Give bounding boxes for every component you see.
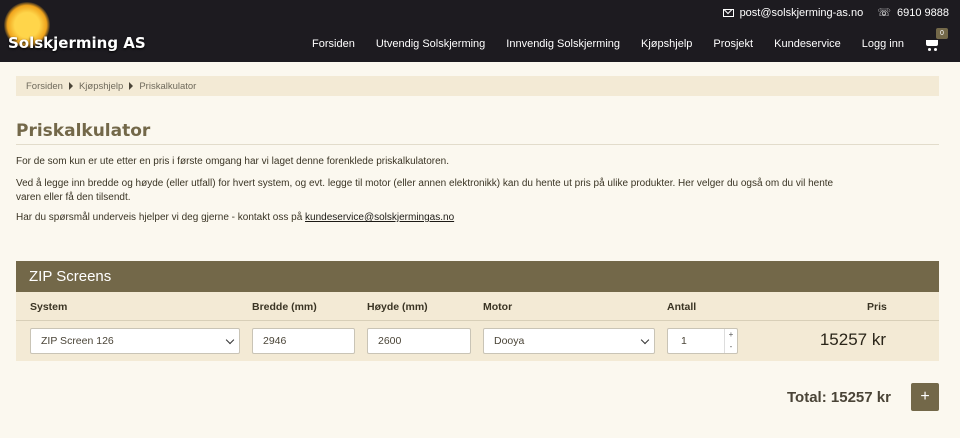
calculator-heading: ZIP Screens: [16, 261, 939, 292]
chevron-down-icon: [225, 335, 235, 345]
mail-icon: [722, 8, 734, 17]
intro-paragraph-2-line-2: varen eller få den tilsendt.: [16, 192, 131, 203]
antall-value: 1: [681, 335, 687, 347]
cart-wheel: [928, 48, 931, 51]
col-system: System: [30, 301, 68, 313]
cart-icon: [926, 40, 938, 46]
kundeservice-email-link[interactable]: kundeservice@solskjermingas.no: [305, 212, 454, 223]
row-price: 15257 kr: [819, 330, 886, 349]
main-nav: Forsiden Utvendig Solskjerming Innvendig…: [291, 28, 948, 51]
col-antall: Antall: [667, 301, 697, 313]
phone-text: 6910 9888: [897, 6, 949, 19]
chevron-down-icon: [640, 335, 650, 345]
nav-utvendig[interactable]: Utvendig Solskjerming: [376, 38, 485, 50]
motor-select[interactable]: Dooya: [483, 328, 655, 354]
nav-prosjekt[interactable]: Prosjekt: [713, 38, 753, 50]
breadcrumb-forsiden[interactable]: Forsiden: [26, 81, 63, 92]
logo[interactable]: Solskjerming AS: [0, 0, 150, 62]
increment-icon[interactable]: +: [725, 329, 737, 341]
nav-forsiden[interactable]: Forsiden: [312, 38, 355, 50]
stepper-controls: + -: [724, 329, 737, 353]
calculator-row: ZIP Screen 126 2946 2600 Dooya 1 + - 152…: [16, 321, 939, 361]
page-title: Priskalkulator: [16, 121, 151, 141]
col-bredde: Bredde (mm): [252, 301, 317, 313]
email-contact[interactable]: post@solskjerming-as.no: [722, 6, 864, 19]
antall-stepper[interactable]: 1 + -: [667, 328, 738, 354]
nav-kjopshjelp[interactable]: Kjøpshjelp: [641, 38, 692, 50]
column-headers: System Bredde (mm) Høyde (mm) Motor Anta…: [16, 292, 939, 320]
breadcrumb: Forsiden Kjøpshjelp Priskalkulator: [16, 76, 939, 96]
col-hoyde: Høyde (mm): [367, 301, 428, 313]
system-select-value: ZIP Screen 126: [41, 335, 114, 347]
nav-logg-inn[interactable]: Logg inn: [862, 38, 904, 50]
title-divider: [16, 144, 939, 145]
phone-icon: ☏: [877, 7, 891, 19]
system-select[interactable]: ZIP Screen 126: [30, 328, 240, 354]
bredde-input[interactable]: 2946: [252, 328, 355, 354]
col-pris: Pris: [867, 301, 887, 313]
nav-innvendig[interactable]: Innvendig Solskjerming: [506, 38, 620, 50]
nav-kundeservice[interactable]: Kundeservice: [774, 38, 841, 50]
cart-button[interactable]: 0: [926, 28, 948, 51]
breadcrumb-kjopshjelp[interactable]: Kjøpshjelp: [79, 81, 123, 92]
intro-paragraph-3: Har du spørsmål underveis hjelper vi deg…: [16, 211, 936, 225]
add-row-button[interactable]: +: [911, 383, 939, 411]
site-header: Solskjerming AS post@solskjerming-as.no …: [0, 0, 960, 62]
intro-paragraph-3-text: Har du spørsmål underveis hjelper vi deg…: [16, 212, 306, 223]
intro-paragraph-2: Ved å legge inn bredde og høyde (eller u…: [16, 177, 936, 205]
email-text: post@solskjerming-as.no: [739, 6, 864, 19]
total-price: Total: 15257 kr: [787, 389, 891, 406]
breadcrumb-current: Priskalkulator: [139, 80, 197, 92]
cart-wheel: [934, 48, 937, 51]
brand-name: Solskjerming AS: [8, 34, 146, 52]
phone-contact[interactable]: ☏ 6910 9888: [877, 6, 949, 20]
contact-bar: post@solskjerming-as.no ☏ 6910 9888: [722, 6, 949, 20]
intro-paragraph-1: For de som kun er ute etter en pris i fø…: [16, 156, 450, 167]
caret-right-icon: [129, 82, 134, 90]
caret-right-icon: [68, 82, 73, 90]
cart-count-badge: 0: [936, 28, 948, 39]
intro-paragraph-2-line-1: Ved å legge inn bredde og høyde (eller u…: [16, 178, 834, 189]
motor-select-value: Dooya: [494, 335, 525, 347]
hoyde-input[interactable]: 2600: [367, 328, 471, 354]
col-motor: Motor: [483, 301, 513, 313]
decrement-icon[interactable]: -: [725, 341, 737, 353]
